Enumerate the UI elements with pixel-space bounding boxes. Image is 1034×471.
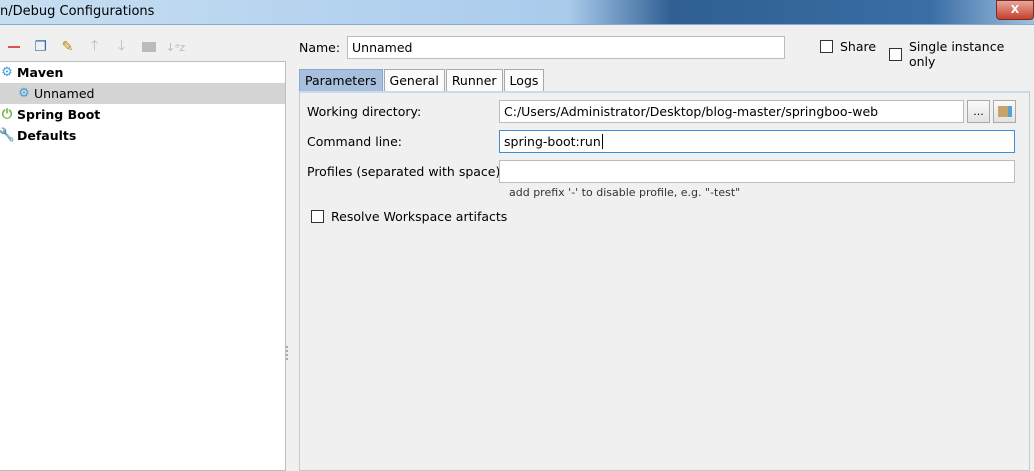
sort-icon[interactable]: ↓ᵃz [166,38,185,57]
tree-item-maven[interactable]: ⚙ Maven [0,62,285,83]
text-cursor [601,134,603,149]
tab-general[interactable]: General [383,69,445,91]
tab-logs[interactable]: Logs [503,69,545,91]
folder-macro-button[interactable] [993,100,1016,123]
profiles-label: Profiles (separated with space): [307,164,505,179]
command-line-input[interactable]: spring-boot:run [499,130,1015,153]
folder-icon[interactable] [139,38,158,57]
gear-icon: ⚙ [1,65,13,80]
single-instance-checkbox[interactable]: Single instance only [889,39,1034,69]
splitter[interactable] [286,61,298,471]
gear-icon: ⚙ [18,86,30,101]
share-checkbox[interactable]: Share [820,39,876,54]
profiles-input[interactable] [499,160,1015,183]
edit-defaults-icon[interactable]: ✎ [58,38,77,57]
tab-parameters[interactable]: Parameters [299,69,383,91]
configuration-tree[interactable]: ⚙ Maven ⚙ Unnamed ⏻ Spring Boot 🔧 Defaults [0,61,286,471]
tree-toolbar: ❐ ✎ 🡑 🡓 ↓ᵃz [0,36,185,58]
name-label: Name: [299,40,341,55]
tree-item-spring-boot[interactable]: ⏻ Spring Boot [0,104,285,125]
wrench-icon: 🔧 [0,128,16,143]
tab-runner[interactable]: Runner [445,69,503,91]
profiles-hint: add prefix '-' to disable profile, e.g. … [509,186,741,199]
title-bar: n/Debug Configurations X [0,0,1034,25]
spring-boot-icon: ⏻ [1,107,13,122]
tree-item-defaults[interactable]: 🔧 Defaults [0,125,285,146]
working-directory-input[interactable]: C:/Users/Administrator/Desktop/blog-mast… [499,100,964,123]
remove-icon[interactable] [4,38,23,57]
splitter-grip[interactable] [286,346,290,360]
command-line-label: Command line: [307,134,402,149]
tab-bar: Parameters General Runner Logs [299,69,545,91]
move-up-icon[interactable]: 🡑 [85,38,104,57]
browse-button[interactable]: ... [967,100,990,123]
tree-item-unnamed[interactable]: ⚙ Unnamed [0,83,285,104]
resolve-workspace-checkbox[interactable]: Resolve Workspace artifacts [311,209,507,224]
working-directory-label: Working directory: [307,104,422,119]
copy-icon[interactable]: ❐ [31,38,50,57]
name-input[interactable]: Unnamed [347,36,785,59]
move-down-icon[interactable]: 🡓 [112,38,131,57]
folder-icon [997,106,1012,117]
close-button[interactable]: X [996,0,1034,20]
window-title: n/Debug Configurations [0,4,155,19]
